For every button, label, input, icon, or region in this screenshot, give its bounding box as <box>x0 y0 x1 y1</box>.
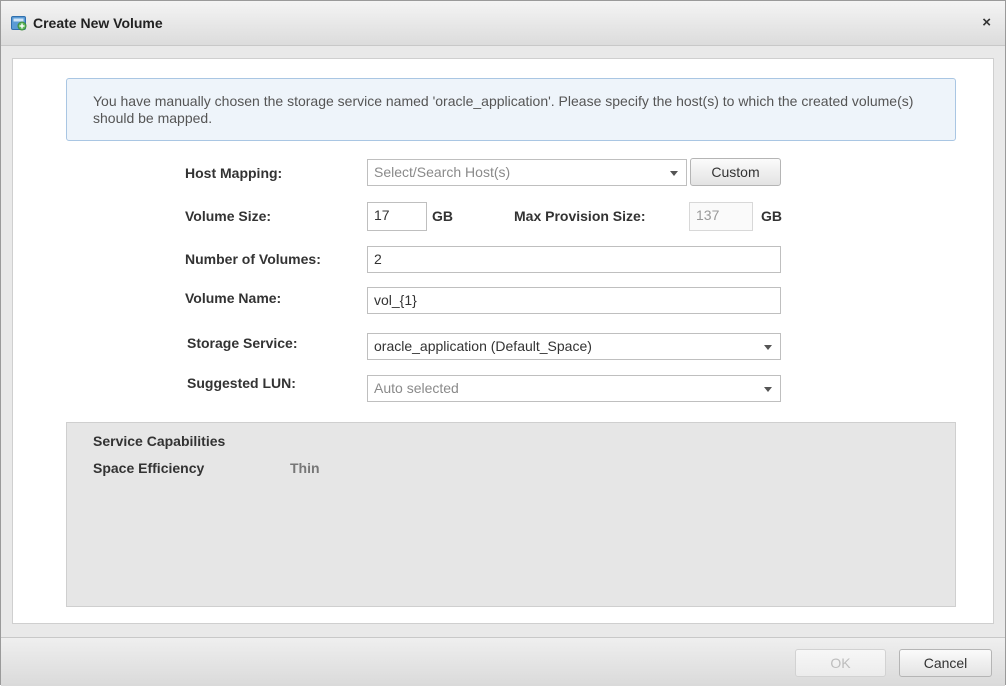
host-mapping-label: Host Mapping: <box>185 165 283 181</box>
dialog-titlebar: Create New Volume × <box>1 1 1005 46</box>
host-mapping-placeholder: Select/Search Host(s) <box>374 164 511 180</box>
volume-size-label: Volume Size: <box>185 208 272 224</box>
volume-name-label: Volume Name: <box>185 290 282 306</box>
service-capabilities-panel: Service Capabilities Space Efficiency Th… <box>66 422 956 607</box>
info-message: You have manually chosen the storage ser… <box>66 78 956 141</box>
volume-name-input[interactable]: vol_{1} <box>367 287 781 314</box>
ok-button[interactable]: OK <box>795 649 886 677</box>
storage-service-select[interactable]: oracle_application (Default_Space) <box>367 333 781 360</box>
add-volume-icon <box>11 15 27 31</box>
suggested-lun-label: Suggested LUN: <box>187 375 296 391</box>
max-provision-label: Max Provision Size: <box>514 208 646 224</box>
dialog-footer: OK Cancel <box>1 637 1005 686</box>
volume-size-unit: GB <box>432 208 453 224</box>
suggested-lun-value: Auto selected <box>374 380 459 396</box>
suggested-lun-select[interactable]: Auto selected <box>367 375 781 402</box>
max-provision-input: 137 <box>689 202 753 231</box>
storage-service-value: oracle_application (Default_Space) <box>374 338 592 354</box>
dialog-content: You have manually chosen the storage ser… <box>12 58 994 624</box>
chevron-down-icon <box>670 171 678 176</box>
dialog-title: Create New Volume <box>33 15 163 31</box>
custom-button[interactable]: Custom <box>690 158 781 186</box>
number-of-volumes-label: Number of Volumes: <box>185 251 321 267</box>
cancel-button[interactable]: Cancel <box>899 649 992 677</box>
space-efficiency-label: Space Efficiency <box>93 460 205 476</box>
service-capabilities-title: Service Capabilities <box>93 433 226 449</box>
chevron-down-icon <box>764 387 772 392</box>
volume-size-input[interactable]: 17 <box>367 202 427 231</box>
space-efficiency-value: Thin <box>290 460 320 476</box>
chevron-down-icon <box>764 345 772 350</box>
storage-service-label: Storage Service: <box>187 335 298 351</box>
create-volume-dialog: Create New Volume × You have manually ch… <box>0 0 1006 686</box>
number-of-volumes-input[interactable]: 2 <box>367 246 781 273</box>
max-provision-unit: GB <box>761 208 782 224</box>
host-mapping-select[interactable]: Select/Search Host(s) <box>367 159 687 186</box>
close-icon[interactable]: × <box>982 15 991 31</box>
